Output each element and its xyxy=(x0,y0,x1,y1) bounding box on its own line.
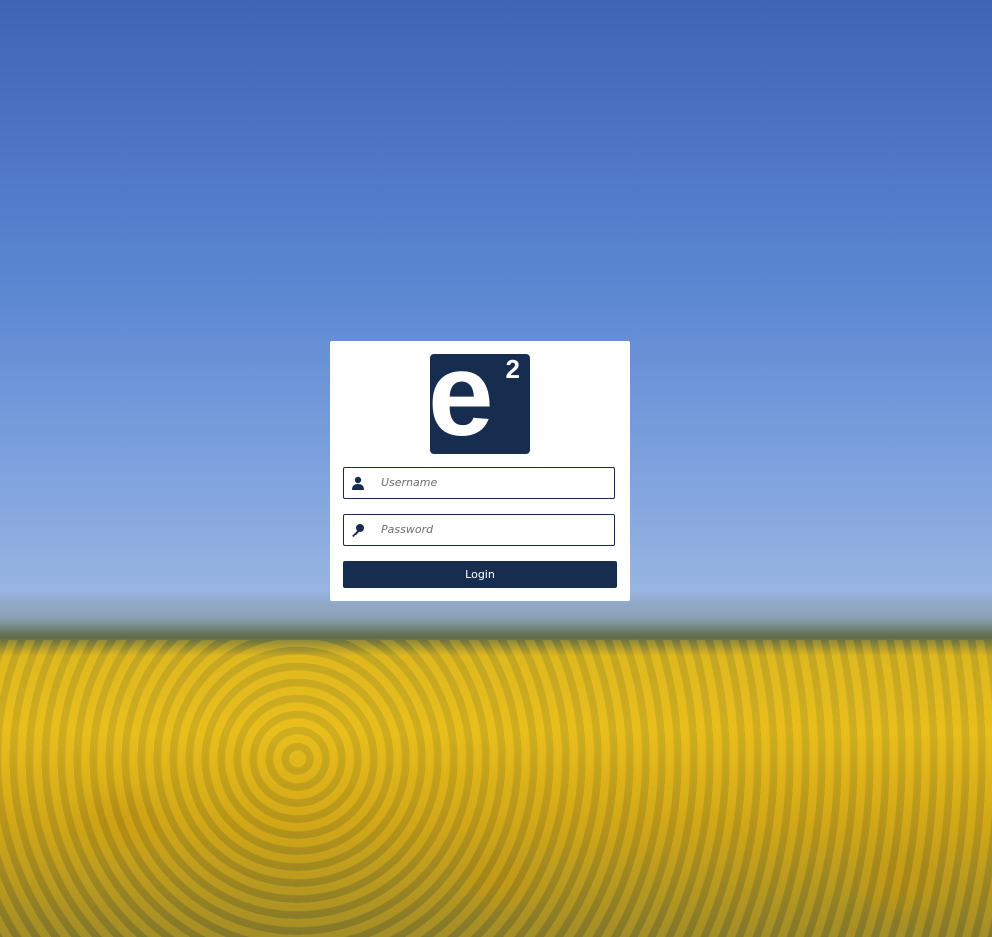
login-button[interactable]: Login xyxy=(343,561,617,588)
logo-letter: e xyxy=(430,354,494,454)
password-field[interactable]: Password xyxy=(343,514,615,546)
login-card: e 2 Username Password Login xyxy=(330,341,630,601)
key-icon xyxy=(352,524,364,537)
logo-superscript: 2 xyxy=(505,354,520,384)
logo: e 2 xyxy=(430,354,530,454)
user-icon xyxy=(352,476,364,490)
username-field[interactable]: Username xyxy=(343,467,615,499)
password-input[interactable] xyxy=(380,515,605,545)
background-image xyxy=(0,640,992,937)
username-input[interactable] xyxy=(380,468,605,498)
